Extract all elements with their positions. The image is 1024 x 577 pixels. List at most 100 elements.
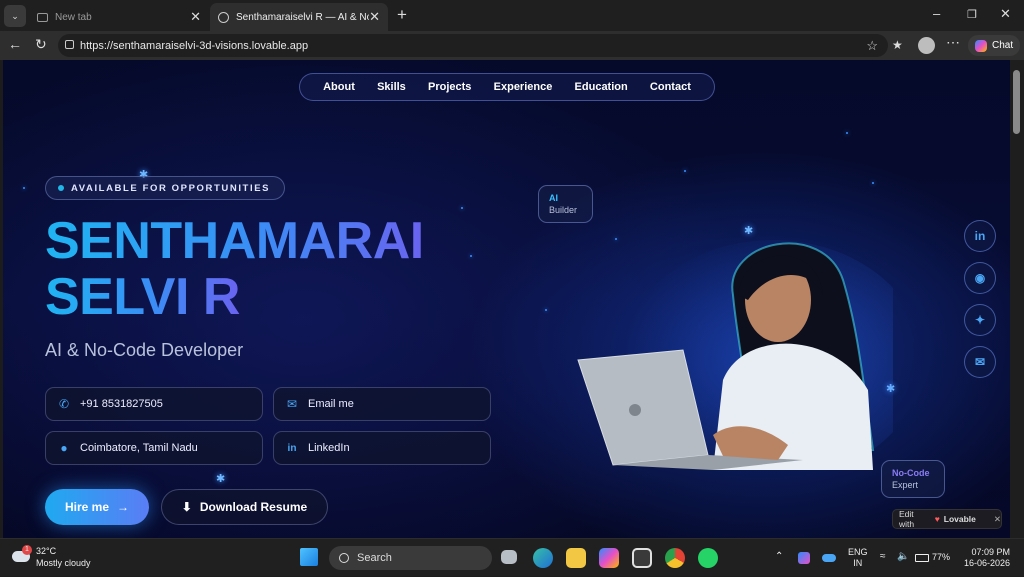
new-tab-button[interactable]: + — [397, 5, 407, 25]
nav-projects[interactable]: Projects — [428, 81, 471, 93]
developer-illustration — [577, 240, 893, 470]
copilot-tray-icon[interactable] — [798, 552, 810, 564]
availability-badge: AVAILABLE FOR OPPORTUNITIES — [45, 176, 285, 200]
background-star — [23, 187, 25, 189]
lovable-brand: Lovable — [943, 514, 976, 524]
email-card[interactable]: ✉ Email me — [273, 387, 491, 421]
restore-icon[interactable]: ❐ — [967, 8, 977, 21]
hero-name-line1: SENTHAMARAI — [45, 212, 424, 270]
download-label: Download Resume — [199, 500, 308, 514]
hire-me-button[interactable]: Hire me → — [45, 489, 149, 525]
url-field[interactable]: https://senthamaraiselvi-3d-visions.lova… — [58, 34, 888, 57]
tab-new-tab[interactable]: New tab ✕ — [29, 3, 209, 31]
file-explorer-icon[interactable] — [566, 548, 586, 568]
chip-subtitle: Builder — [549, 205, 578, 215]
favorite-star-icon[interactable]: ☆ — [866, 38, 878, 54]
search-icon — [339, 553, 349, 563]
linkedin-text: LinkedIn — [308, 442, 350, 454]
mail-icon: ✉ — [974, 355, 986, 369]
site-info-icon[interactable] — [65, 40, 74, 49]
refresh-icon[interactable]: ↻ — [35, 36, 47, 53]
background-star — [872, 182, 874, 184]
close-tab-icon[interactable]: ✕ — [369, 9, 380, 25]
hero-role: AI & No-Code Developer — [45, 340, 244, 360]
linkedin-icon: in — [974, 229, 986, 243]
copilot-chat-button[interactable]: Chat — [968, 35, 1021, 56]
top-navigation: About Skills Projects Experience Educati… — [299, 73, 715, 101]
portfolio-page: ✱ ✱ ✱ ✱ About Skills Projects Experience… — [3, 60, 1010, 538]
tab-label: Senthamaraiselvi R — AI & No-Co — [236, 11, 369, 23]
wifi-icon[interactable]: ≈ — [880, 551, 886, 562]
location-pin-icon: ● — [60, 441, 68, 455]
status-dot-icon — [58, 185, 64, 191]
hire-label: Hire me — [64, 500, 110, 514]
linkedin-icon: in — [287, 442, 297, 454]
battery-percent: 77% — [932, 552, 951, 562]
store-icon[interactable] — [632, 548, 652, 568]
clock-date: 16-06-2026 — [963, 558, 1010, 568]
tab-label: New tab — [55, 11, 92, 23]
address-bar-row: ← ↻ https://senthamaraiselvi-3d-visions.… — [0, 31, 1024, 60]
windows-taskbar: 1 32°C Mostly cloudy Search ⌃ ENG IN ≈ 🔈… — [0, 538, 1024, 576]
lovable-prefix: Edit with — [899, 509, 915, 529]
github-icon: ◉ — [974, 271, 986, 285]
background-star — [846, 132, 848, 134]
battery-icon[interactable] — [915, 554, 929, 562]
copilot-app-icon[interactable] — [599, 548, 619, 568]
volume-icon[interactable]: 🔈 — [897, 551, 909, 562]
github-social-button[interactable]: ◉ — [964, 262, 996, 294]
scrollbar-thumb[interactable] — [1013, 70, 1020, 134]
ai-builder-chip: AI Builder — [538, 185, 593, 223]
chat-label: Chat — [992, 40, 1014, 51]
windows-start-icon[interactable] — [300, 548, 318, 566]
close-tab-icon[interactable]: ✕ — [190, 9, 201, 25]
linkedin-card[interactable]: in LinkedIn — [273, 431, 491, 465]
back-icon[interactable]: ← — [8, 36, 22, 52]
edit-with-lovable-badge[interactable]: Edit with ♥ Lovable ✕ — [892, 509, 1002, 529]
task-view-icon[interactable] — [501, 550, 517, 564]
taskbar-search[interactable]: Search — [329, 546, 492, 570]
minimize-icon[interactable]: – — [933, 6, 940, 21]
browser-title-bar: ⌄ New tab ✕ Senthamaraiselvi R — AI & No… — [0, 0, 1024, 31]
tab-portfolio[interactable]: Senthamaraiselvi R — AI & No-Co ✕ — [210, 3, 388, 31]
linkedin-social-button[interactable]: in — [964, 220, 996, 252]
search-label: Search — [357, 552, 392, 564]
sparkle-icon: ✱ — [216, 473, 226, 485]
weather-widget[interactable]: 1 32°C Mostly cloudy — [12, 545, 91, 569]
language-indicator[interactable]: ENG IN — [848, 547, 868, 569]
nav-experience[interactable]: Experience — [494, 81, 553, 93]
chevron-up-icon[interactable]: ⌃ — [775, 551, 783, 562]
profile-avatar[interactable] — [918, 37, 935, 54]
twitter-social-button[interactable]: ✦ — [964, 304, 996, 336]
phone-icon: ✆ — [58, 397, 70, 411]
clock[interactable]: 07:09 PM 16-06-2026 — [962, 547, 1010, 569]
lovable-heart-icon: ♥ — [934, 514, 940, 524]
weather-desc: Mostly cloudy — [36, 558, 91, 568]
download-resume-button[interactable]: ⬇ Download Resume — [161, 489, 328, 525]
more-menu-icon[interactable]: ⋯ — [946, 34, 960, 51]
favorites-icon[interactable]: ★ — [892, 38, 903, 52]
onedrive-icon[interactable] — [822, 554, 836, 562]
weather-temp: 32°C — [36, 546, 57, 556]
edge-browser-icon[interactable] — [533, 548, 553, 568]
tab-actions-button[interactable]: ⌄ — [4, 5, 26, 27]
phone-card[interactable]: ✆ +91 8531827505 — [45, 387, 263, 421]
background-star — [545, 309, 547, 311]
whatsapp-icon[interactable] — [698, 548, 718, 568]
globe-icon — [218, 11, 229, 23]
close-window-icon[interactable]: ✕ — [1000, 6, 1011, 22]
nav-education[interactable]: Education — [575, 81, 628, 93]
twitter-icon: ✦ — [974, 313, 986, 327]
arrow-right-icon: → — [117, 500, 130, 514]
nav-contact[interactable]: Contact — [650, 81, 691, 93]
new-tab-page-icon — [37, 12, 48, 22]
close-icon[interactable]: ✕ — [994, 514, 1001, 525]
hero-name-line2: SELVI R — [45, 268, 240, 326]
mail-social-button[interactable]: ✉ — [964, 346, 996, 378]
chrome-icon[interactable] — [665, 548, 685, 568]
location-card[interactable]: ● Coimbatore, Tamil Nadu — [45, 431, 263, 465]
nav-about[interactable]: About — [323, 81, 355, 93]
nav-skills[interactable]: Skills — [377, 81, 406, 93]
page-scrollbar[interactable] — [1010, 60, 1024, 538]
download-icon: ⬇ — [181, 500, 192, 514]
